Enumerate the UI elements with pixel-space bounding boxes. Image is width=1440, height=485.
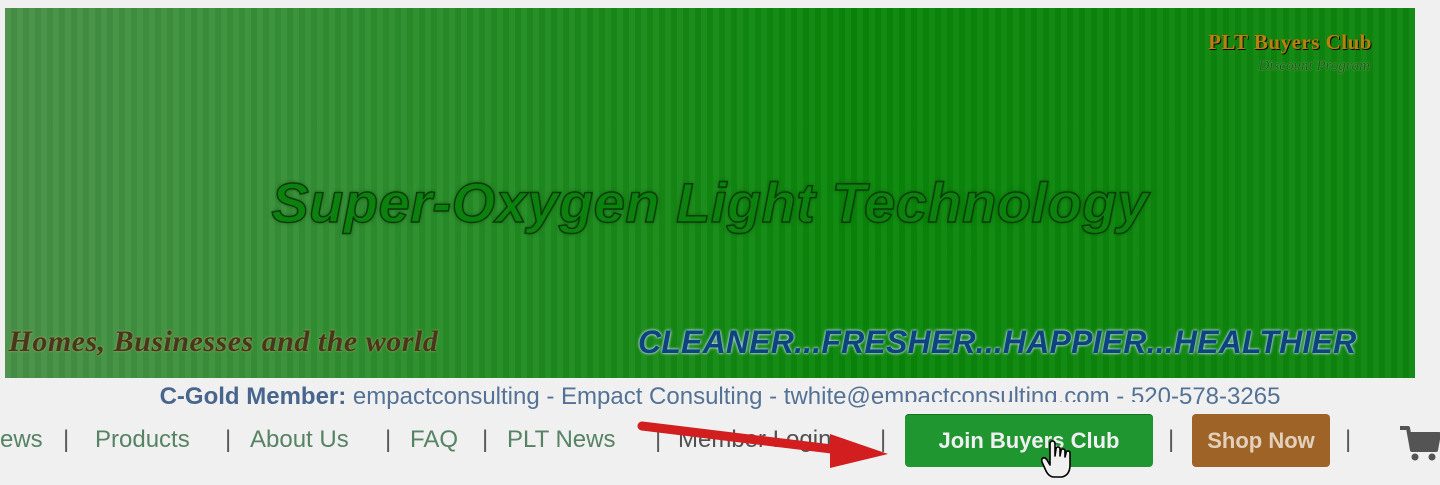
nav-separator: |: [225, 426, 232, 453]
nav-separator: |: [385, 426, 392, 453]
tagline-right: CLEANER...FRESHER...HAPPIER...HEALTHIER: [638, 324, 1357, 360]
nav-link-about-us[interactable]: About Us: [250, 426, 349, 454]
nav-link-products[interactable]: Products: [95, 426, 190, 454]
buyers-club-title: PLT Buyers Club: [1208, 30, 1372, 54]
join-buyers-club-button[interactable]: Join Buyers Club: [905, 414, 1153, 467]
nav-link-plt-news[interactable]: PLT News: [507, 426, 615, 454]
nav-separator: |: [63, 426, 70, 453]
tagline-left: g Homes, Businesses and the world: [5, 325, 439, 358]
buyers-club-subtitle: Discount Program: [1258, 58, 1370, 74]
pointer-hand-icon: [1040, 440, 1071, 478]
nav-separator: |: [482, 426, 489, 453]
member-label: C-Gold Member:: [159, 383, 347, 410]
nav-link-news[interactable]: ews: [0, 426, 43, 454]
shop-now-button[interactable]: Shop Now: [1192, 414, 1330, 467]
nav-link-faq[interactable]: FAQ: [410, 426, 458, 454]
cart-icon[interactable]: [1398, 424, 1440, 464]
header-banner: PLT Buyers Club Discount Program Super-O…: [5, 8, 1415, 378]
member-info: C-Gold Member: empactconsulting - Empact…: [0, 383, 1440, 411]
red-arrow-icon: [637, 421, 888, 468]
site-headline: Super-Oxygen Light Technology: [271, 170, 1149, 234]
